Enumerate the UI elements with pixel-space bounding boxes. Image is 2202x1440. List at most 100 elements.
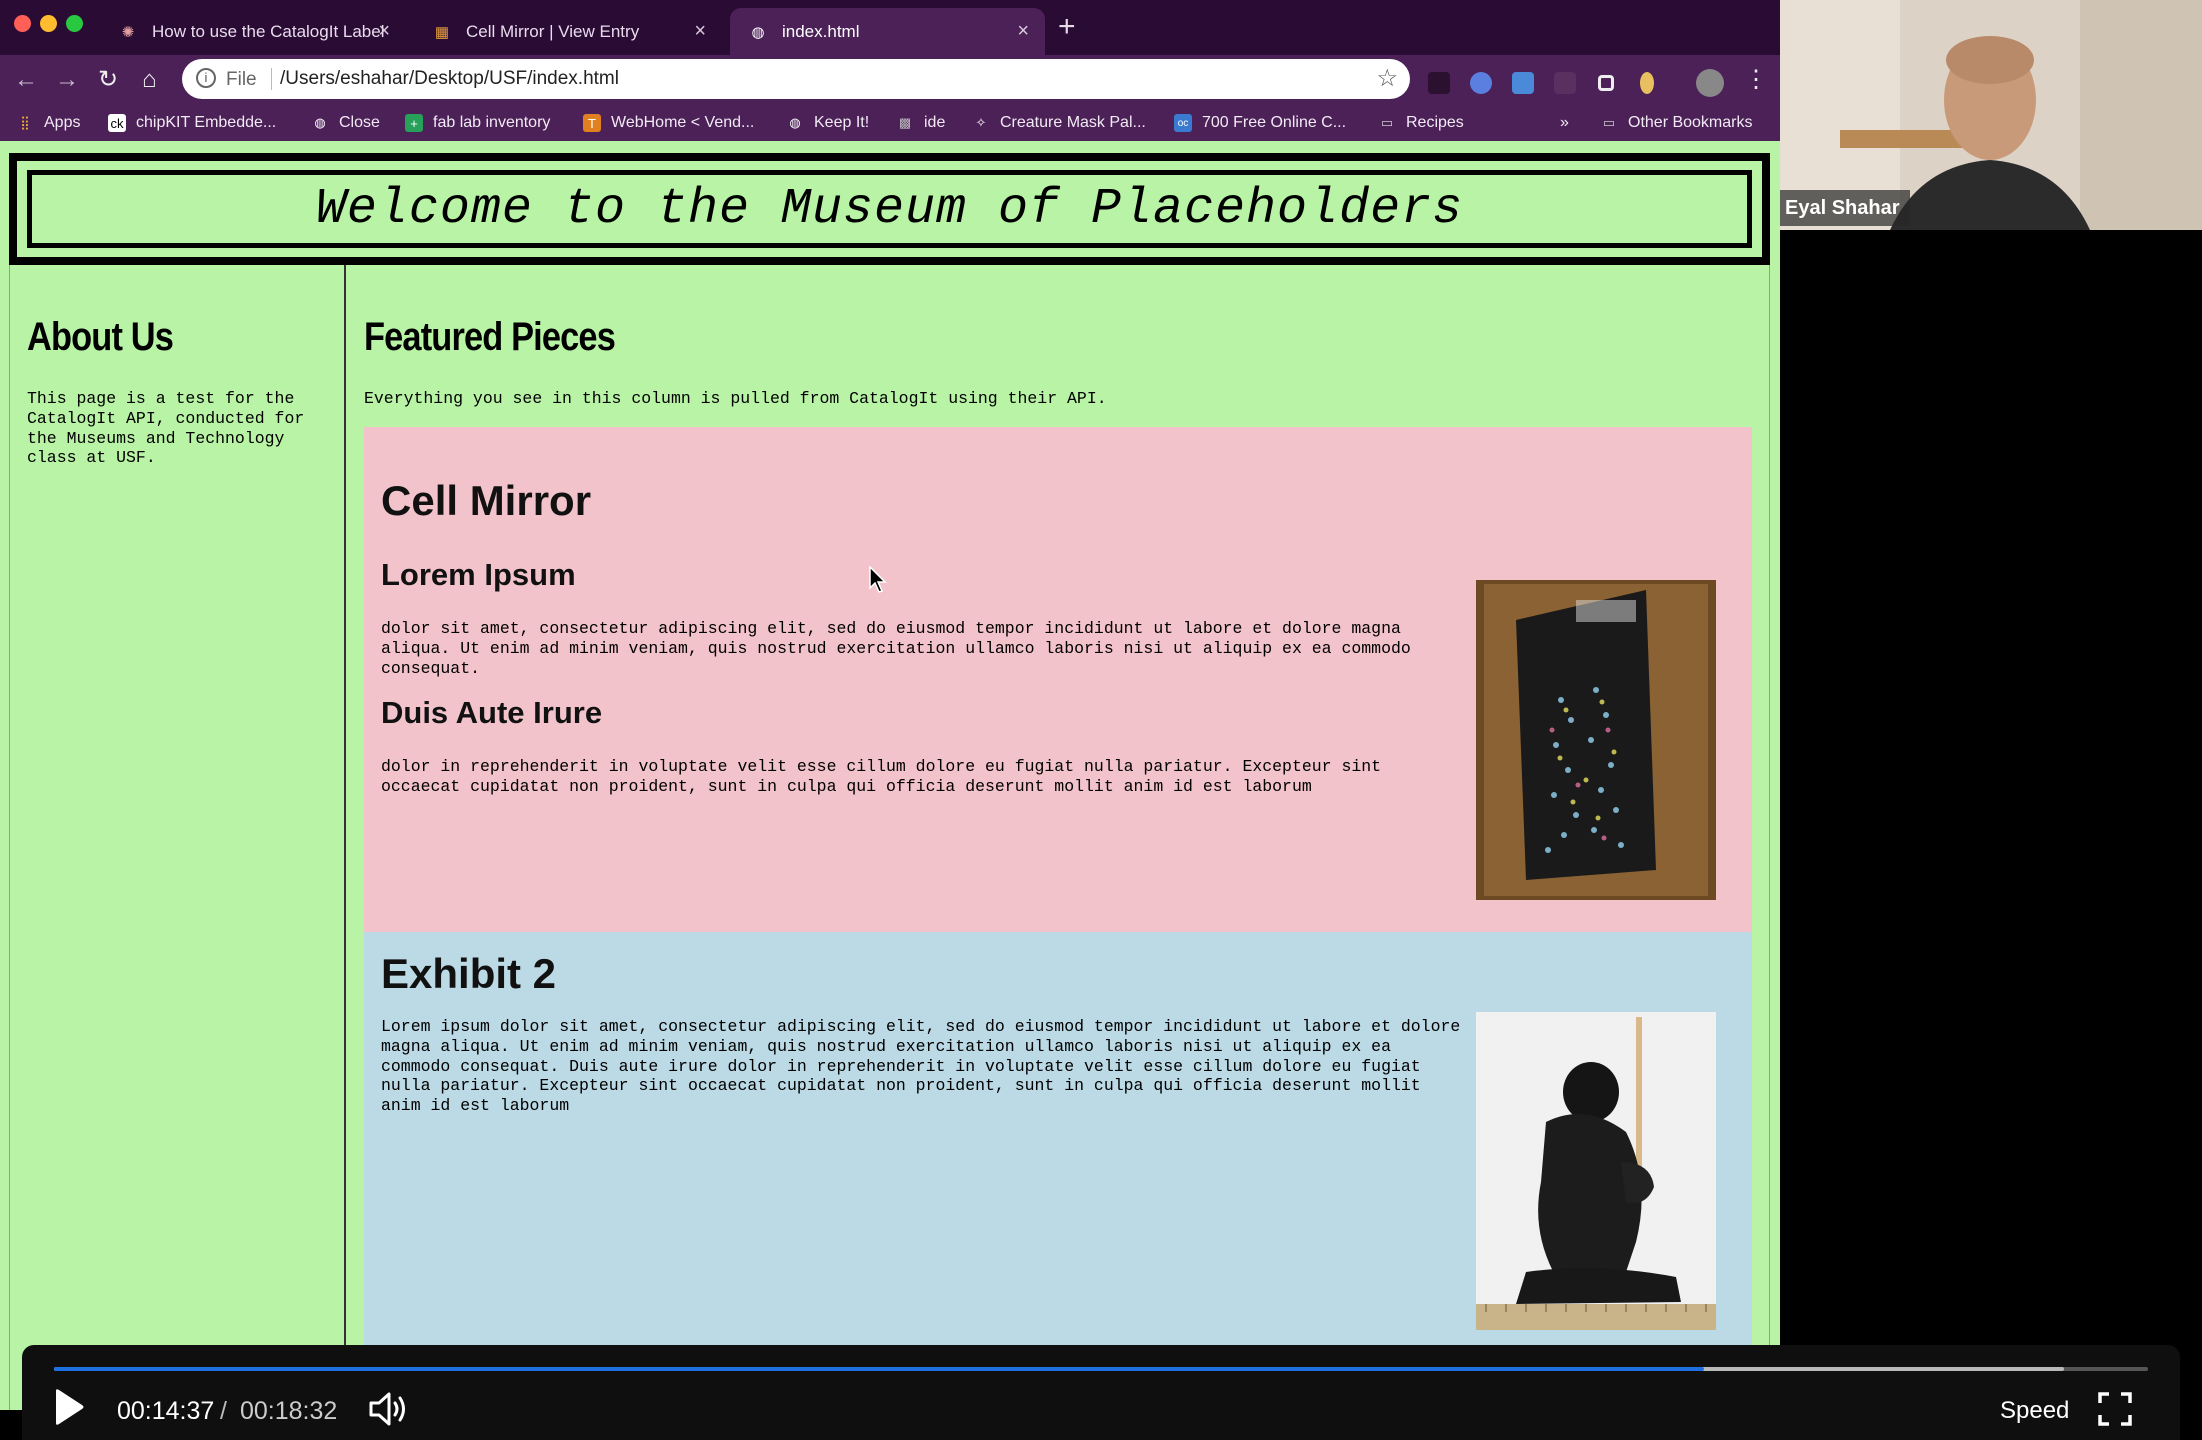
tab-catalogit-label[interactable]: ✺ How to use the CatalogIt Label × <box>100 8 406 55</box>
profile-avatar[interactable] <box>1696 69 1724 97</box>
grid-favicon-icon: ▦ <box>434 23 450 41</box>
piece-section-heading: Duis Aute Irure <box>381 695 603 730</box>
play-icon[interactable] <box>50 1387 86 1427</box>
extension-icon[interactable] <box>1428 72 1450 94</box>
exhibit-2-sculpture-image <box>1476 1012 1716 1330</box>
web-page: Welcome to the Museum of Placeholders Ab… <box>0 141 1780 1410</box>
oc-icon: oc <box>1174 114 1192 132</box>
zoom-window-button[interactable] <box>66 15 83 32</box>
forward-arrow-icon[interactable]: → <box>55 65 79 95</box>
info-icon[interactable]: i <box>196 68 216 88</box>
bookmark-label: Recipes <box>1406 114 1464 131</box>
bookmark-label: WebHome < Vend... <box>611 114 755 131</box>
bookmark-label: 700 Free Online C... <box>1202 114 1347 131</box>
bookmarks-overflow-chevron-icon[interactable]: » <box>1560 105 1569 141</box>
address-bar[interactable]: i File /Users/eshahar/Desktop/USF/index.… <box>182 59 1410 99</box>
home-icon[interactable]: ⌂ <box>142 65 157 95</box>
tab-title: index.html <box>782 21 860 41</box>
overflow-label: » <box>1560 114 1569 131</box>
video-player-controls: 00:14:37 / 00:18:32 Speed <box>22 1345 2180 1440</box>
browser-window: ✺ How to use the CatalogIt Label × ▦ Cel… <box>0 0 1780 1410</box>
piece-section-text: dolor sit amet, consectetur adipiscing e… <box>381 619 1411 678</box>
tab-strip: ✺ How to use the CatalogIt Label × ▦ Cel… <box>0 0 1780 55</box>
bookmark-creature-mask[interactable]: ✧ Creature Mask Pal... <box>972 105 1146 141</box>
about-sidebar: About Us This page is a test for the Cat… <box>9 265 346 1410</box>
spreadsheet-icon: + <box>405 114 423 132</box>
address-url[interactable]: /Users/eshahar/Desktop/USF/index.html <box>280 68 619 90</box>
bookmark-star-icon[interactable]: ☆ <box>1376 64 1398 93</box>
bookmark-label: Close <box>339 114 380 131</box>
globe-icon: ◍ <box>751 23 765 41</box>
cell-mirror-image <box>1476 580 1716 900</box>
speed-button[interactable]: Speed <box>2000 1397 2069 1425</box>
piece-text: Lorem ipsum dolor sit amet, consectetur … <box>381 1017 1461 1116</box>
progress-played <box>54 1367 1705 1371</box>
bookmark-label: ide <box>924 114 946 131</box>
extension-icon[interactable] <box>1640 72 1654 94</box>
close-tab-icon[interactable]: × <box>378 20 390 43</box>
browser-toolbar: ← → ↻ ⌂ i File /Users/eshahar/Desktop/US… <box>0 55 1780 105</box>
featured-piece-cell-mirror: Cell Mirror Lorem Ipsum dolor sit amet, … <box>364 427 1752 932</box>
bookmark-700-free-online[interactable]: oc 700 Free Online C... <box>1174 105 1346 141</box>
progress-bar[interactable] <box>54 1367 2148 1371</box>
extension-icon[interactable] <box>1554 72 1576 94</box>
featured-piece-exhibit-2: Exhibit 2 Lorem ipsum dolor sit amet, co… <box>364 932 1752 1410</box>
bookmark-label: Keep It! <box>814 114 870 131</box>
piece-title: Exhibit 2 <box>381 950 557 997</box>
new-tab-button[interactable]: + <box>1058 12 1076 42</box>
extension-icon[interactable] <box>1470 72 1492 94</box>
bookmark-fab-lab-inventory[interactable]: + fab lab inventory <box>405 105 550 141</box>
site-header: Welcome to the Museum of Placeholders <box>9 153 1770 265</box>
bookmark-ide[interactable]: ▩ ide <box>896 105 946 141</box>
reload-icon[interactable]: ↻ <box>98 65 118 95</box>
bookmark-label: Creature Mask Pal... <box>1000 114 1146 131</box>
globe-icon: ◍ <box>314 115 326 130</box>
bookmark-apps[interactable]: ⣿ Apps <box>16 105 80 141</box>
apps-grid-icon: ⣿ <box>20 115 30 130</box>
extension-icon[interactable] <box>1512 72 1534 94</box>
tab-cell-mirror[interactable]: ▦ Cell Mirror | View Entry × <box>414 8 722 55</box>
minimize-window-button[interactable] <box>40 15 57 32</box>
bookmark-chipkit[interactable]: ck chipKIT Embedde... <box>108 105 276 141</box>
tab-title: How to use the CatalogIt Label <box>152 21 384 41</box>
chip-icon: ▩ <box>898 115 912 130</box>
site-header-inner-frame: Welcome to the Museum of Placeholders <box>27 170 1752 248</box>
tab-title: Cell Mirror | View Entry <box>466 21 640 41</box>
current-time: 00:14:37 <box>117 1397 215 1425</box>
tab-index-html[interactable]: ◍ index.html × <box>730 8 1045 55</box>
close-window-button[interactable] <box>14 15 31 32</box>
bookmark-label: Apps <box>44 114 81 131</box>
featured-column: Featured Pieces Everything you see in th… <box>348 265 1770 1410</box>
bookmark-other-bookmarks[interactable]: ▭ Other Bookmarks <box>1600 105 1753 141</box>
bookmark-label: Other Bookmarks <box>1628 114 1753 131</box>
bookmark-webhome[interactable]: T WebHome < Vend... <box>583 105 754 141</box>
folder-icon: ▭ <box>1602 115 1616 130</box>
participant-name: Eyal Shahar <box>1780 190 1910 226</box>
volume-icon[interactable] <box>367 1389 411 1429</box>
kebab-menu-icon[interactable]: ⋮ <box>1744 65 1768 95</box>
close-tab-icon[interactable]: × <box>1017 20 1029 43</box>
globe-icon: ◍ <box>789 115 801 130</box>
back-arrow-icon[interactable]: ← <box>14 65 38 95</box>
address-scheme: File <box>226 69 257 90</box>
featured-intro-text: Everything you see in this column is pul… <box>364 389 1107 408</box>
about-text: This page is a test for the CatalogIt AP… <box>27 389 305 468</box>
total-time: 00:18:32 <box>240 1397 338 1425</box>
bookmarks-bar: ⣿ Apps ck chipKIT Embedde... ◍ Close + f… <box>0 105 1780 141</box>
time-separator: / <box>220 1397 227 1425</box>
fullscreen-icon[interactable] <box>2097 1391 2133 1427</box>
piece-title: Cell Mirror <box>381 477 592 524</box>
bookmark-recipes[interactable]: ▭ Recipes <box>1378 105 1464 141</box>
bookmark-close[interactable]: ◍ Close <box>311 105 380 141</box>
close-tab-icon[interactable]: × <box>694 20 706 43</box>
address-divider <box>271 68 272 90</box>
folder-icon: ▭ <box>1380 115 1394 130</box>
page-title: Welcome to the Museum of Placeholders <box>315 180 1464 238</box>
about-heading: About Us <box>27 315 174 359</box>
webhome-icon: T <box>583 114 601 132</box>
extension-icon[interactable] <box>1598 75 1614 91</box>
chipkit-icon: ck <box>108 114 126 132</box>
featured-heading: Featured Pieces <box>364 315 616 359</box>
bookmark-keep-it[interactable]: ◍ Keep It! <box>786 105 869 141</box>
bookmark-label: chipKIT Embedde... <box>136 114 277 131</box>
